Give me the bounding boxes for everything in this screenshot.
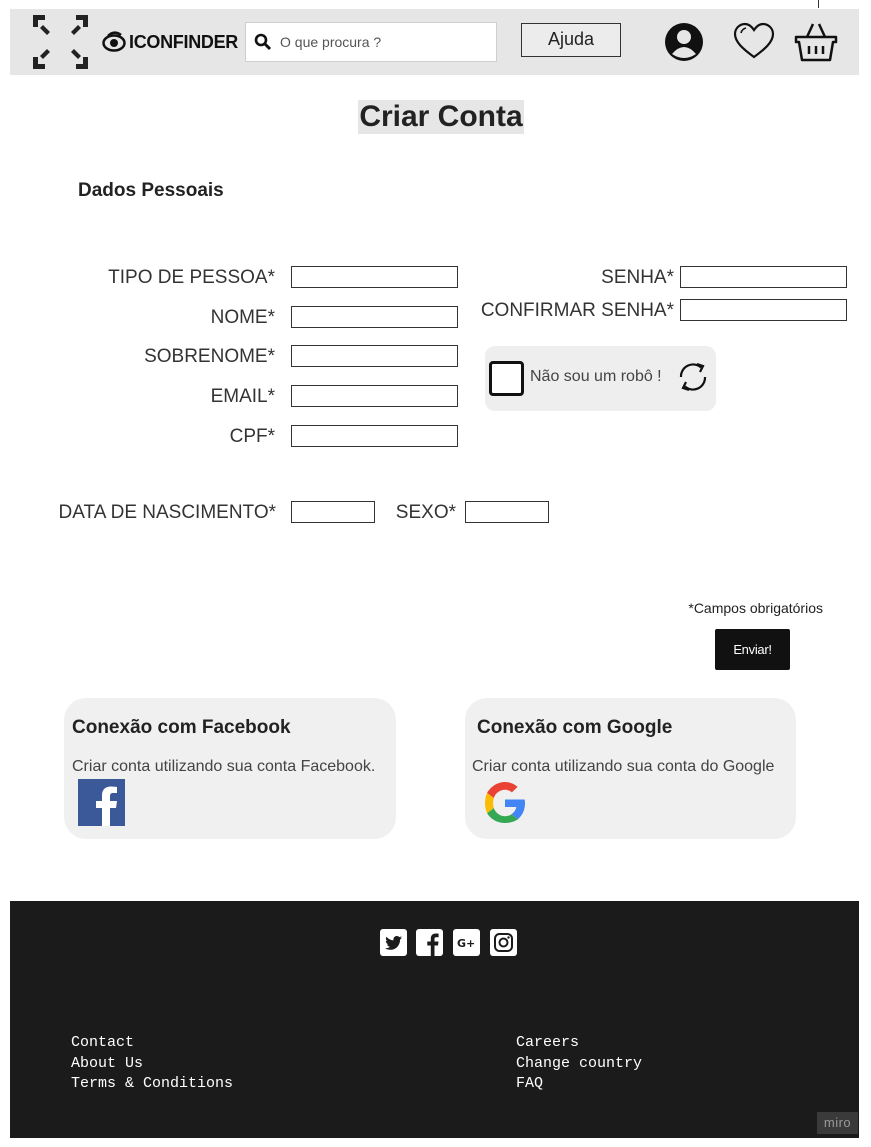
sex-field[interactable] bbox=[465, 501, 549, 523]
facebook-card-text: Criar conta utilizando sua conta Faceboo… bbox=[72, 758, 376, 775]
google-icon[interactable] bbox=[481, 779, 529, 827]
facebook-icon[interactable] bbox=[78, 779, 125, 826]
submit-button[interactable]: Enviar! bbox=[715, 629, 790, 670]
section-title: Dados Pessoais bbox=[78, 180, 224, 201]
email-label: EMAIL* bbox=[210, 386, 275, 407]
birth-date-field[interactable] bbox=[291, 501, 375, 523]
svg-text:G+: G+ bbox=[457, 937, 475, 950]
footer-links-left: Contact About Us Terms & Conditions bbox=[71, 1033, 233, 1095]
required-note: *Campos obrigatórios bbox=[688, 600, 823, 616]
google-plus-icon[interactable]: G+ bbox=[453, 929, 480, 956]
name-field[interactable] bbox=[291, 306, 458, 328]
birth-date-label: DATA DE NASCIMENTO* bbox=[58, 502, 276, 523]
page-title: Criar Conta bbox=[358, 100, 524, 134]
captcha-label: Não sou um robô ! bbox=[530, 368, 662, 385]
confirm-password-label: CONFIRMAR SENHA* bbox=[480, 300, 674, 321]
confirm-password-field[interactable] bbox=[680, 299, 847, 321]
person-type-label: TIPO DE PESSOA* bbox=[108, 267, 275, 288]
cpf-field[interactable] bbox=[291, 425, 458, 447]
about-us-link[interactable]: About Us bbox=[71, 1054, 233, 1075]
password-field[interactable] bbox=[680, 266, 847, 288]
user-account-icon[interactable] bbox=[664, 22, 704, 62]
facebook-card-title: Conexão com Facebook bbox=[72, 717, 291, 738]
surname-label: SOBRENOME* bbox=[144, 346, 275, 367]
sex-label: SEXO* bbox=[395, 502, 456, 523]
eye-logo-icon bbox=[102, 31, 126, 52]
surname-field[interactable] bbox=[291, 345, 458, 367]
careers-link[interactable]: Careers bbox=[516, 1033, 642, 1054]
password-label: SENHA* bbox=[601, 267, 674, 288]
help-button[interactable]: Ajuda bbox=[521, 23, 621, 57]
cpf-label: CPF* bbox=[229, 426, 275, 447]
shopping-basket-icon[interactable] bbox=[794, 20, 838, 64]
miro-badge: miro bbox=[817, 1112, 858, 1134]
instagram-icon[interactable] bbox=[490, 929, 517, 956]
logo-text: ICONFINDER bbox=[129, 31, 238, 52]
contact-link[interactable]: Contact bbox=[71, 1033, 233, 1054]
footer-links-right: Careers Change country FAQ bbox=[516, 1033, 642, 1095]
scan-icon[interactable] bbox=[33, 15, 88, 69]
faq-link[interactable]: FAQ bbox=[516, 1074, 642, 1095]
footer-facebook-icon[interactable] bbox=[416, 929, 443, 956]
search-input[interactable] bbox=[278, 33, 482, 51]
divider bbox=[818, 0, 819, 8]
google-card-title: Conexão com Google bbox=[477, 717, 673, 738]
google-card-text: Criar conta utilizando sua conta do Goog… bbox=[472, 758, 775, 775]
captcha-checkbox[interactable] bbox=[489, 361, 524, 396]
refresh-icon[interactable] bbox=[676, 360, 710, 394]
name-label: NOME* bbox=[210, 307, 275, 328]
person-type-field[interactable] bbox=[291, 266, 458, 288]
change-country-link[interactable]: Change country bbox=[516, 1054, 642, 1075]
twitter-icon[interactable] bbox=[380, 929, 407, 956]
search-icon bbox=[254, 33, 272, 51]
email-field[interactable] bbox=[291, 385, 458, 407]
terms-link[interactable]: Terms & Conditions bbox=[71, 1074, 233, 1095]
search-box[interactable] bbox=[245, 22, 497, 62]
logo[interactable]: ICONFINDER bbox=[102, 30, 238, 54]
heart-icon[interactable] bbox=[733, 22, 775, 60]
